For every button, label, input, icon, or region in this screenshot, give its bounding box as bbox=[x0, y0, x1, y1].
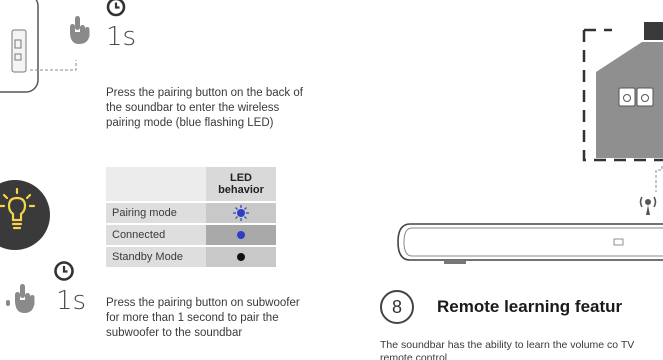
timer-label: 1s bbox=[56, 286, 87, 316]
soundbar-illustration bbox=[397, 223, 663, 264]
mode-cell: Pairing mode bbox=[106, 203, 206, 225]
mode-cell: Connected bbox=[106, 225, 206, 247]
section-title: Remote learning featur bbox=[437, 297, 623, 316]
led-indicator-cell bbox=[206, 225, 276, 247]
hand-press-icon bbox=[6, 284, 35, 313]
mode-cell: Standby Mode bbox=[106, 247, 206, 269]
section-number: 8 bbox=[380, 290, 414, 324]
led-blue-dot bbox=[237, 231, 245, 240]
table-row: Pairing mode bbox=[106, 203, 276, 225]
led-indicator-cell bbox=[206, 203, 276, 225]
led-flashing-icon bbox=[233, 205, 249, 221]
timer-label: 1s bbox=[106, 22, 137, 52]
clock-icon bbox=[106, 0, 126, 17]
table-row: Standby Mode bbox=[106, 247, 276, 269]
wall-socket-illustration bbox=[582, 22, 663, 162]
table-header-led: LED behavior bbox=[206, 167, 276, 203]
pairing-instruction: Press the pairing button on the back of … bbox=[106, 87, 303, 129]
lightbulb-icon bbox=[0, 180, 50, 250]
clock-icon bbox=[54, 261, 74, 281]
subwoofer-instruction: Press the pairing button on subwoofer fo… bbox=[106, 297, 300, 339]
wireless-signal-icon bbox=[639, 196, 657, 215]
led-black-dot bbox=[237, 253, 245, 262]
table-row: Connected bbox=[106, 225, 276, 247]
section-body: The soundbar has the ability to learn th… bbox=[380, 339, 635, 360]
dashed-connector bbox=[655, 166, 663, 192]
led-indicator-cell bbox=[206, 247, 276, 269]
led-behavior-table: LED behavior Pairing mode Connected Stan… bbox=[106, 167, 276, 269]
hand-press-icon bbox=[70, 16, 90, 44]
subwoofer-illustration bbox=[0, 0, 39, 93]
table-header-empty bbox=[106, 167, 206, 203]
dashed-connector bbox=[30, 60, 77, 71]
